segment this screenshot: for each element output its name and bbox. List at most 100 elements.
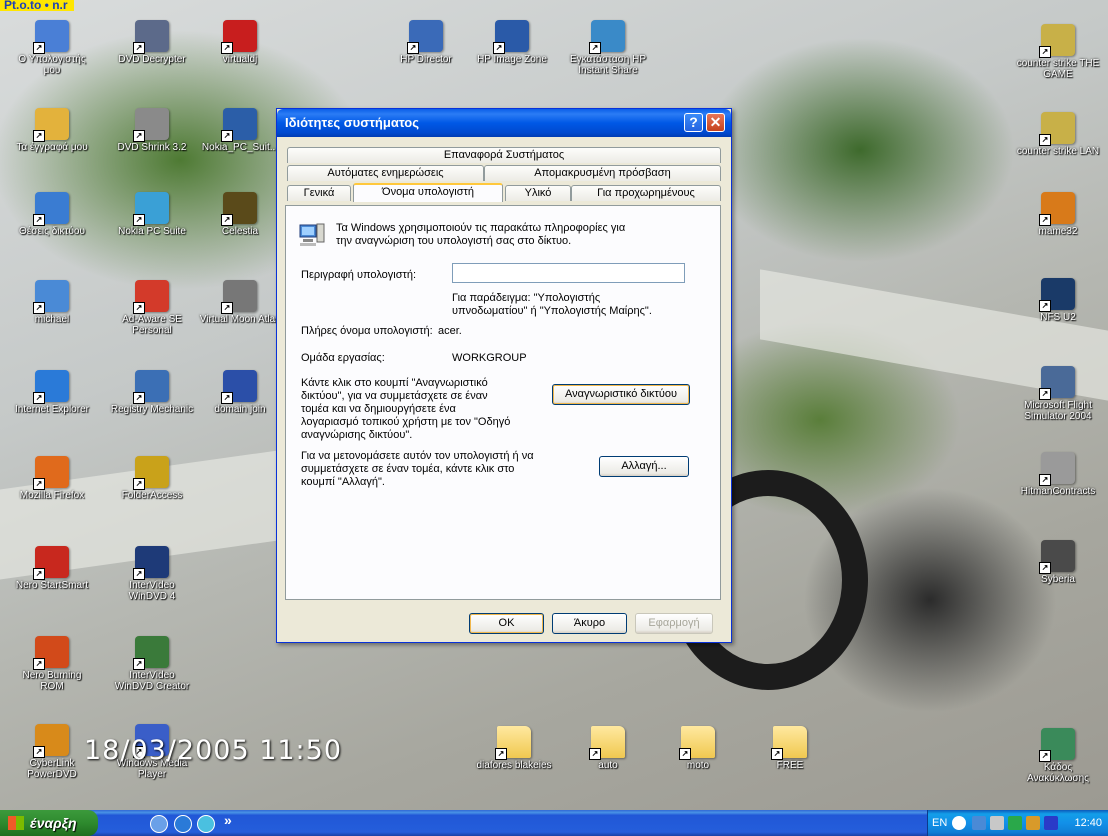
system-properties-dialog: Ιδιότητες συστήματος ? ✕ Επαναφορά Συστή… bbox=[276, 108, 732, 643]
desktop-shortcut[interactable]: ↗ InterVideo WinDVD 4 bbox=[110, 546, 194, 602]
desktop-shortcut[interactable]: ↗ CyberLink PowerDVD bbox=[10, 724, 94, 780]
desktop-shortcut[interactable]: ↗ Κάδος Ανακύκλωσης bbox=[1016, 728, 1100, 784]
intro-text-line2: την αναγνώριση του υπολογιστή σας στο δί… bbox=[336, 235, 572, 247]
shortcut-arrow-icon: ↗ bbox=[771, 748, 783, 760]
desktop-shortcut[interactable]: ↗ HP Image Zone bbox=[470, 20, 554, 65]
desktop-shortcut[interactable]: ↗ Ο Υπολογιστής μου bbox=[10, 20, 94, 76]
antivirus-tray-icon[interactable] bbox=[1044, 816, 1058, 830]
security-tray-icon[interactable] bbox=[1008, 816, 1022, 830]
desktop-shortcut[interactable]: ↗ Virtual Moon Atlas bbox=[198, 280, 282, 325]
my-computer-icon: ↗ bbox=[33, 20, 69, 54]
desktop-shortcut-label: Internet Explorer bbox=[15, 404, 89, 415]
language-indicator[interactable]: EN bbox=[932, 810, 947, 836]
desktop-shortcut[interactable]: ↗ Θέσεις δικτύου bbox=[10, 192, 94, 237]
computer-description-input[interactable] bbox=[452, 263, 685, 283]
desktop-shortcut[interactable]: ↗ Ad-Aware SE Personal bbox=[110, 280, 194, 336]
description-label: Περιγραφή υπολογιστή: bbox=[301, 269, 417, 281]
desktop-shortcut[interactable]: ↗ Registry Mechanic bbox=[110, 370, 194, 415]
system-tray: EN 12:40 bbox=[927, 810, 1108, 836]
tab-system-restore[interactable]: Επαναφορά Συστήματος bbox=[287, 147, 721, 163]
tab-automatic-updates[interactable]: Αυτόματες ενημερώσεις bbox=[287, 165, 484, 181]
shortcut-arrow-icon: ↗ bbox=[493, 42, 505, 54]
shortcut-arrow-icon: ↗ bbox=[1039, 474, 1051, 486]
nokia-pc-suite-icon: ↗ bbox=[133, 192, 169, 226]
tab-remote-access[interactable]: Απομακρυσμένη πρόσβαση bbox=[484, 165, 721, 181]
computer-name-panel: Τα Windows χρησιμοποιούν τις παρακάτω πλ… bbox=[285, 205, 721, 600]
desktop-shortcut[interactable]: ↗ Microsoft Flight Simulator 2004 bbox=[1016, 366, 1100, 422]
nero-startsmart-icon: ↗ bbox=[33, 546, 69, 580]
my-documents-icon: ↗ bbox=[33, 108, 69, 142]
network-id-text-line3: τομέα και να δημιουργήσετε ένα bbox=[301, 403, 456, 415]
network-tray-icon[interactable] bbox=[972, 816, 986, 830]
shortcut-arrow-icon: ↗ bbox=[133, 392, 145, 404]
tray-expand-icon[interactable] bbox=[952, 816, 966, 830]
desktop-shortcut[interactable]: ↗ auto bbox=[566, 726, 650, 771]
shortcut-arrow-icon: ↗ bbox=[221, 214, 233, 226]
close-icon[interactable]: ✕ bbox=[706, 113, 725, 132]
shortcut-arrow-icon: ↗ bbox=[679, 748, 691, 760]
flight-simulator-icon: ↗ bbox=[1039, 366, 1075, 400]
quicklaunch-more-button[interactable]: » bbox=[224, 812, 232, 828]
desktop-shortcut[interactable]: ↗ InterVideo WinDVD Creator bbox=[110, 636, 194, 692]
help-icon[interactable]: ? bbox=[684, 113, 703, 132]
volume-tray-icon[interactable] bbox=[990, 816, 1004, 830]
internet-explorer-quicklaunch-icon[interactable] bbox=[174, 815, 192, 833]
ad-aware-icon: ↗ bbox=[133, 280, 169, 314]
desktop-shortcut[interactable]: ↗ Nero StartSmart bbox=[10, 546, 94, 591]
tab-general[interactable]: Γενικά bbox=[287, 185, 351, 201]
mozilla-firefox-icon: ↗ bbox=[33, 456, 69, 490]
desktop-shortcut[interactable]: ↗ Nokia_PC_Suit... bbox=[198, 108, 282, 153]
desktop-shortcut[interactable]: ↗ moto bbox=[656, 726, 740, 771]
shortcut-arrow-icon: ↗ bbox=[33, 568, 45, 580]
desktop-shortcut-label: Ο Υπολογιστής μου bbox=[18, 54, 86, 76]
show-desktop-icon[interactable] bbox=[150, 815, 168, 833]
desktop-shortcut[interactable]: ↗ counter strike LAN bbox=[1016, 112, 1100, 157]
desktop-shortcut[interactable]: ↗ Internet Explorer bbox=[10, 370, 94, 415]
ok-button[interactable]: OK bbox=[469, 613, 544, 634]
desktop-shortcut[interactable]: ↗ Nero Burning ROM bbox=[10, 636, 94, 692]
dialog-titlebar[interactable]: Ιδιότητες συστήματος ? ✕ bbox=[277, 109, 731, 137]
shortcut-arrow-icon: ↗ bbox=[589, 748, 601, 760]
desktop-shortcut[interactable]: ↗ DVD Decrypter bbox=[110, 20, 194, 65]
apply-button[interactable]: Εφαρμογή bbox=[635, 613, 713, 634]
desktop-shortcut[interactable]: ↗ Εγκατάσταση HP Instant Share bbox=[566, 20, 650, 76]
desktop-shortcut[interactable]: ↗ FREE bbox=[748, 726, 832, 771]
dvd-decrypter-icon: ↗ bbox=[133, 20, 169, 54]
desktop-shortcut[interactable]: ↗ Celestia bbox=[198, 192, 282, 237]
tab-computer-name[interactable]: Όνομα υπολογιστή bbox=[353, 183, 503, 202]
desktop-shortcut[interactable]: ↗ domain join bbox=[198, 370, 282, 415]
hp-instant-share-icon: ↗ bbox=[589, 20, 625, 54]
desktop-shortcut[interactable]: ↗ Syberia bbox=[1016, 540, 1100, 585]
desktop-shortcut[interactable]: ↗ HitmanContracts bbox=[1016, 452, 1100, 497]
desktop-shortcut[interactable]: ↗ counter strike THE GAME bbox=[1016, 24, 1100, 80]
desktop-shortcut[interactable]: ↗ Mozilla Firefox bbox=[10, 456, 94, 501]
media-player-quicklaunch-icon[interactable] bbox=[197, 815, 215, 833]
desktop-shortcut[interactable]: ↗ FolderAccess bbox=[110, 456, 194, 501]
tab-hardware[interactable]: Υλικό bbox=[505, 185, 571, 201]
desktop-shortcut-label: Microsoft Flight Simulator 2004 bbox=[1024, 400, 1092, 422]
cancel-button[interactable]: Άκυρο bbox=[552, 613, 627, 634]
start-button[interactable]: έναρξη bbox=[0, 810, 98, 836]
desktop-shortcut[interactable]: ↗ mame32 bbox=[1016, 192, 1100, 237]
word-document-icon: ↗ bbox=[221, 370, 257, 404]
shortcut-arrow-icon: ↗ bbox=[33, 130, 45, 142]
change-text-line3: κουμπί "Αλλαγή". bbox=[301, 476, 385, 488]
desktop-shortcut[interactable]: ↗ michael bbox=[10, 280, 94, 325]
desktop-shortcut-label: FREE bbox=[776, 760, 804, 771]
tab-advanced[interactable]: Για προχωρημένους bbox=[571, 185, 721, 201]
desktop-shortcut[interactable]: ↗ Nokia PC Suite bbox=[110, 192, 194, 237]
desktop-shortcut[interactable]: ↗ virtualdj bbox=[198, 20, 282, 65]
desktop-shortcut[interactable]: ↗ NFS U2 bbox=[1016, 278, 1100, 323]
network-id-button[interactable]: Αναγνωριστικό δικτύου bbox=[552, 384, 690, 405]
desktop-shortcut-label: Ad-Aware SE Personal bbox=[122, 314, 182, 336]
desktop-shortcut[interactable]: ↗ HP Director bbox=[384, 20, 468, 65]
desktop-shortcut[interactable]: ↗ diafores blakeies bbox=[472, 726, 556, 771]
change-button[interactable]: Αλλαγή... bbox=[599, 456, 689, 477]
shortcut-arrow-icon: ↗ bbox=[1039, 300, 1051, 312]
desktop-shortcut-label: Syberia bbox=[1041, 574, 1075, 585]
update-tray-icon[interactable] bbox=[1026, 816, 1040, 830]
network-id-text-line4: λογαριασμό τοπικού χρήστη με τον "Οδηγό bbox=[301, 416, 511, 428]
recycle-bin-icon: ↗ bbox=[1039, 728, 1075, 762]
desktop-shortcut[interactable]: ↗ DVD Shrink 3.2 bbox=[110, 108, 194, 153]
desktop-shortcut[interactable]: ↗ Τα έγγραφά μου bbox=[10, 108, 94, 153]
